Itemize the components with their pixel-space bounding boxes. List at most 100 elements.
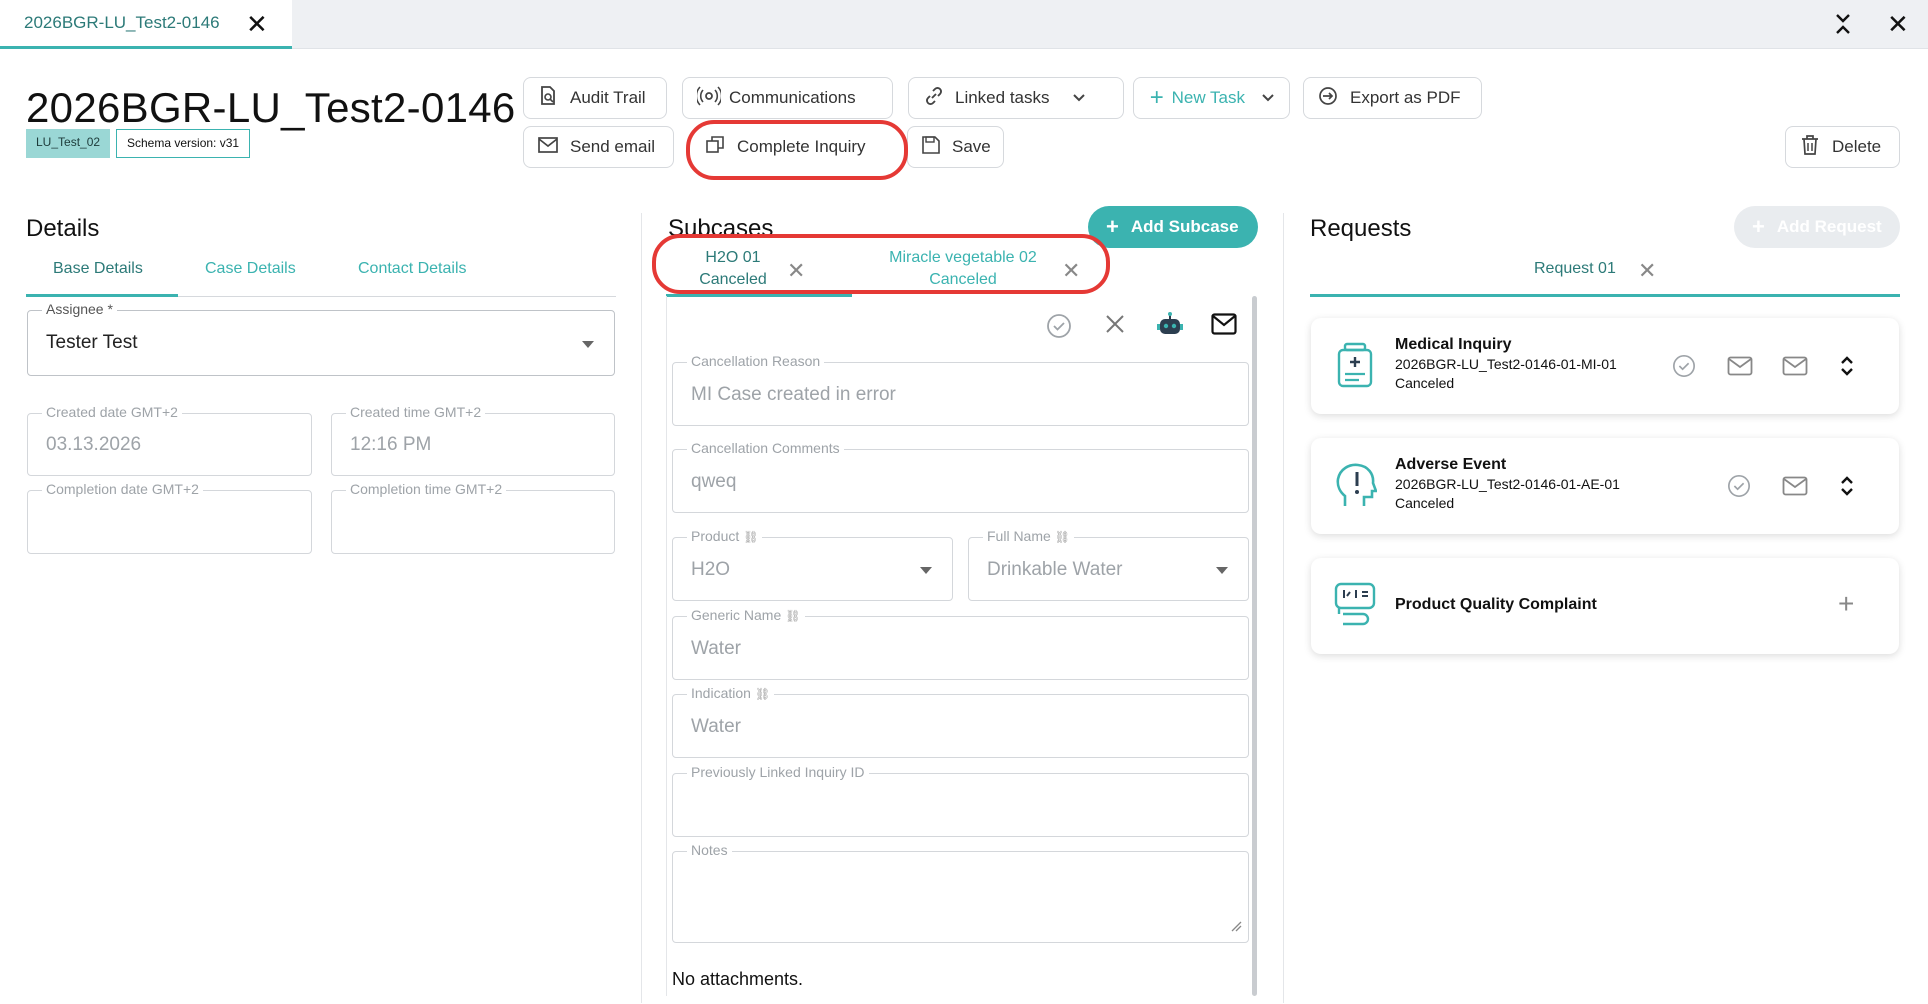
subcase-tab-name: Miracle vegetable 02 <box>889 249 1037 266</box>
indication-value: Water <box>691 716 741 737</box>
dropdown-arrow-icon <box>920 567 932 574</box>
close-request-icon[interactable]: ✕ <box>1638 258 1656 284</box>
document-tab[interactable]: 2026BGR-LU_Test2-0146 ✕ <box>0 0 292 49</box>
linked-tasks-label: Linked tasks <box>955 88 1050 107</box>
save-label: Save <box>952 137 991 156</box>
resize-handle-icon[interactable] <box>1230 919 1242 937</box>
add-request-button[interactable]: + Add Request <box>1734 206 1900 248</box>
linked-inquiry-field[interactable]: Previously Linked Inquiry ID <box>672 764 1249 837</box>
delete-button[interactable]: Delete <box>1785 126 1900 168</box>
close-subcase-icon[interactable]: ✕ <box>1062 258 1080 284</box>
communications-button[interactable]: Communications <box>682 77 893 119</box>
tab-case-details[interactable]: Case Details <box>205 260 296 278</box>
trash-icon <box>1800 134 1820 160</box>
assignee-label: Assignee * <box>42 301 117 317</box>
indication-label-wrap: Indication ⛓ <box>687 685 775 701</box>
product-select: Product ⛓ H2O <box>672 528 953 601</box>
request-card-product-quality-complaint[interactable]: Product Quality Complaint + <box>1311 558 1899 654</box>
mail-icon[interactable] <box>1782 356 1808 382</box>
completion-time-field: Completion time GMT+2 <box>331 481 615 554</box>
product-label-wrap: Product ⛓ <box>687 528 763 544</box>
window-tab-strip: 2026BGR-LU_Test2-0146 ✕ ✕ <box>0 0 1928 49</box>
indication-field: Indication ⛓ Water <box>672 685 1249 758</box>
assignee-select[interactable]: Assignee * Tester Test <box>27 301 615 376</box>
complaint-card-icon <box>1333 580 1377 630</box>
generic-name-label: Generic Name <box>691 607 782 623</box>
card-title: Medical Inquiry <box>1395 336 1512 353</box>
tab-base-details[interactable]: Base Details <box>53 260 143 278</box>
subcase-tab-miracle-vegetable[interactable]: Miracle vegetable 02 Canceled <box>874 247 1052 291</box>
card-title: Product Quality Complaint <box>1395 596 1597 613</box>
check-circle-icon[interactable] <box>1727 474 1751 504</box>
request-card-medical-inquiry[interactable]: Medical Inquiry 2026BGR-LU_Test2-0146-01… <box>1311 318 1899 414</box>
request-active-tab-indicator <box>1310 294 1900 297</box>
card-title: Adverse Event <box>1395 456 1507 473</box>
add-subcase-button[interactable]: + Add Subcase <box>1088 206 1258 248</box>
check-circle-icon[interactable] <box>1672 354 1696 384</box>
send-email-label: Send email <box>570 137 656 156</box>
generic-name-label-wrap: Generic Name ⛓ <box>687 607 805 623</box>
request-card-adverse-event[interactable]: Adverse Event 2026BGR-LU_Test2-0146-01-A… <box>1311 438 1899 534</box>
cancel-icon[interactable] <box>1104 313 1126 340</box>
mail-icon[interactable] <box>1211 313 1237 340</box>
card-id: 2026BGR-LU_Test2-0146-01-MI-01 <box>1395 356 1617 372</box>
mail-icon[interactable] <box>1782 476 1808 502</box>
schema-version-tag: Schema version: v31 <box>116 129 251 158</box>
close-subcase-icon[interactable]: ✕ <box>787 258 805 284</box>
subcase-tab-h2o[interactable]: H2O 01 Canceled <box>676 247 790 291</box>
details-active-tab-indicator <box>26 294 178 297</box>
link-icon <box>923 85 943 112</box>
add-icon[interactable]: + <box>1838 588 1854 620</box>
generic-name-value: Water <box>691 638 741 659</box>
details-title: Details <box>26 215 100 242</box>
subcase-scrollbar[interactable] <box>1252 296 1257 996</box>
robot-icon[interactable] <box>1155 310 1185 345</box>
new-task-button[interactable]: + New Task <box>1133 77 1290 119</box>
plus-icon: + <box>1752 214 1765 239</box>
add-subcase-label: Add Subcase <box>1130 217 1239 236</box>
audit-trail-label: Audit Trail <box>570 88 646 107</box>
requests-title: Requests <box>1310 215 1412 242</box>
export-icon <box>1318 86 1338 111</box>
plus-icon: + <box>1149 84 1164 111</box>
save-button[interactable]: Save <box>907 126 1004 168</box>
cancellation-reason-value: MI Case created in error <box>691 384 896 405</box>
created-time-field: Created time GMT+2 12:16 PM <box>331 404 615 476</box>
send-email-button[interactable]: Send email <box>523 126 674 168</box>
document-tab-label: 2026BGR-LU_Test2-0146 <box>24 13 220 32</box>
new-task-label: New Task <box>1171 88 1245 107</box>
card-status: Canceled <box>1395 375 1455 391</box>
close-window-icon[interactable]: ✕ <box>1887 11 1909 37</box>
chevron-down-icon[interactable] <box>1261 90 1275 107</box>
completion-date-label: Completion date GMT+2 <box>42 481 203 497</box>
audit-trail-button[interactable]: Audit Trail <box>523 77 667 119</box>
mail-icon[interactable] <box>1727 356 1753 382</box>
collapse-window-icon[interactable] <box>1834 13 1852 41</box>
card-status: Canceled <box>1395 495 1455 511</box>
expand-collapse-icon[interactable] <box>1840 474 1854 504</box>
notes-label: Notes <box>687 842 732 858</box>
tab-request-01[interactable]: Request 01 <box>1534 260 1616 278</box>
chevron-down-icon <box>1072 90 1086 107</box>
copy-icon <box>705 135 725 160</box>
close-tab-icon[interactable]: ✕ <box>246 11 268 37</box>
notes-textarea[interactable]: Notes <box>672 842 1249 943</box>
generic-name-field: Generic Name ⛓ Water <box>672 607 1249 680</box>
expand-collapse-icon[interactable] <box>1840 354 1854 384</box>
complete-inquiry-button[interactable]: Complete Inquiry <box>690 126 890 168</box>
complete-inquiry-label: Complete Inquiry <box>737 137 866 156</box>
check-circle-icon[interactable] <box>1046 313 1072 344</box>
indication-label: Indication <box>691 685 751 701</box>
communications-label: Communications <box>729 88 856 107</box>
created-date-value: 03.13.2026 <box>46 434 142 455</box>
subcases-title: Subcases <box>668 215 774 242</box>
created-time-value: 12:16 PM <box>350 434 432 455</box>
completion-date-field: Completion date GMT+2 <box>27 481 312 554</box>
plus-icon: + <box>1106 214 1119 239</box>
export-pdf-button[interactable]: Export as PDF <box>1303 77 1482 119</box>
created-date-field: Created date GMT+2 03.13.2026 <box>27 404 312 476</box>
card-id: 2026BGR-LU_Test2-0146-01-AE-01 <box>1395 476 1620 492</box>
tab-contact-details[interactable]: Contact Details <box>358 260 467 278</box>
linked-tasks-button[interactable]: Linked tasks <box>908 77 1124 119</box>
full-name-label-wrap: Full Name ⛓ <box>983 528 1075 544</box>
